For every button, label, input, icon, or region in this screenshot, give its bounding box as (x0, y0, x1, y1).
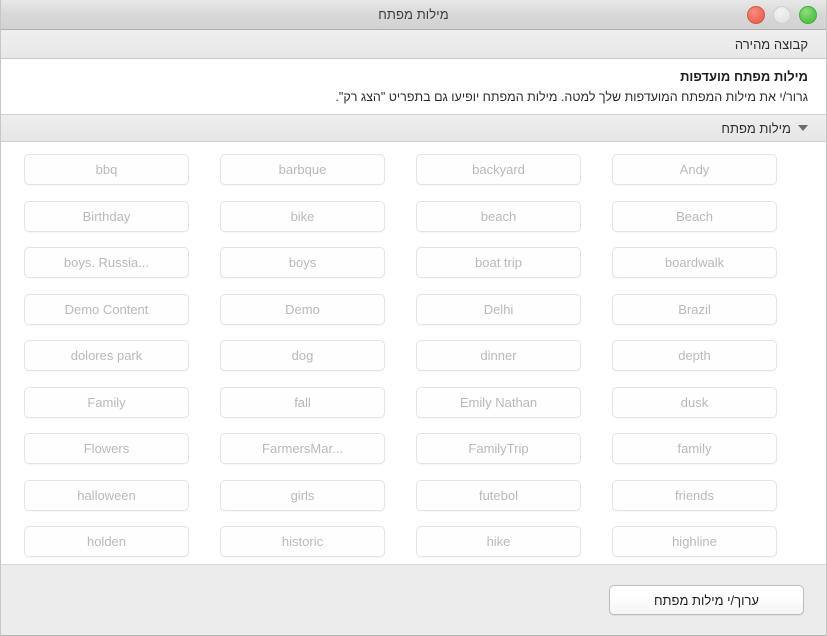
keyword-chip[interactable]: boys (220, 247, 385, 278)
keyword-chip[interactable]: backyard (416, 154, 581, 185)
keywords-disclosure-header[interactable]: מילות מפתח (1, 114, 826, 142)
keywords-scroll-area[interactable]: bbq barbque backyard Andy Birthday bike beach B… (1, 142, 826, 564)
triangle-down-icon[interactable] (798, 125, 808, 131)
keyword-chip[interactable]: halloween (24, 479, 189, 511)
keyword-chip[interactable]: fall (220, 386, 385, 418)
keyword-chip[interactable]: boat trip (416, 247, 581, 278)
keyword-chip[interactable]: dog (220, 340, 385, 371)
keyword-chip[interactable]: futebol (416, 479, 581, 511)
keyword-chip[interactable]: girls (220, 479, 385, 511)
keyword-chip[interactable]: dinner (416, 340, 581, 371)
window-titlebar: מילות מפתח (1, 0, 826, 30)
minimize-button[interactable] (773, 5, 791, 24)
keyword-chip[interactable]: FarmersMar... (220, 433, 385, 464)
keyword-chip[interactable]: Andy (612, 154, 777, 185)
keyword-chip[interactable]: Family (24, 386, 189, 418)
keyword-chip[interactable]: Emily Nathan (416, 386, 581, 418)
keyword-chip[interactable]: friends (612, 479, 777, 511)
keyword-chip[interactable]: highline (612, 526, 777, 557)
keyword-chip[interactable]: Birthday (24, 200, 189, 232)
keywords-disclosure-label: מילות מפתח (721, 120, 791, 136)
close-button[interactable] (747, 5, 765, 24)
window-title: מילות מפתח (378, 7, 449, 22)
keywords-window: מילות מפתח קבוצה מהירה מילות מפתח מועדפו… (0, 0, 827, 636)
keyword-chip[interactable]: Demo Content (24, 293, 189, 325)
keyword-chip[interactable]: dolores park (24, 340, 189, 371)
keyword-chip[interactable]: Flowers (24, 433, 189, 464)
keyword-chip[interactable]: Beach (612, 200, 777, 232)
keyword-chip[interactable]: barbque (220, 154, 385, 185)
keyword-chip[interactable]: FamilyTrip (416, 433, 581, 464)
quick-group-tab[interactable]: קבוצה מהירה (1, 30, 826, 59)
keyword-chip[interactable]: historic (220, 526, 385, 557)
edit-keywords-button[interactable]: ערוך/י מילות מפתח (609, 585, 804, 615)
keyword-chip[interactable]: Demo (220, 293, 385, 325)
keyword-chip[interactable]: beach (416, 200, 581, 232)
keyword-chip[interactable]: dusk (612, 386, 777, 418)
keyword-chip[interactable]: bike (220, 200, 385, 232)
description-body: גרור/י את מילות המפתח המועדפות שלך למטה.… (335, 90, 808, 104)
keyword-chip[interactable]: hike (416, 526, 581, 557)
keyword-chip[interactable]: holden (24, 526, 189, 557)
description-block: מילות מפתח מועדפות גרור/י את מילות המפתח… (1, 59, 826, 114)
keyword-chip[interactable]: Brazil (612, 293, 777, 325)
keyword-grid: bbq barbque backyard Andy Birthday bike beach B… (24, 154, 803, 557)
keyword-chip[interactable]: bbq (24, 154, 189, 185)
keyword-chip[interactable]: Delhi (416, 293, 581, 325)
keyword-chip[interactable]: boardwalk (612, 247, 777, 278)
keyword-chip[interactable]: boys. Russia... (24, 247, 189, 278)
quick-group-tab-label: קבוצה מהירה (734, 36, 808, 52)
keyword-chip[interactable]: depth (612, 340, 777, 371)
description-title: מילות מפתח מועדפות (680, 69, 808, 84)
keyword-chip[interactable]: family (612, 433, 777, 464)
window-controls (747, 0, 817, 29)
zoom-button[interactable] (799, 5, 817, 24)
window-bottom-bar: ערוך/י מילות מפתח (1, 564, 826, 635)
